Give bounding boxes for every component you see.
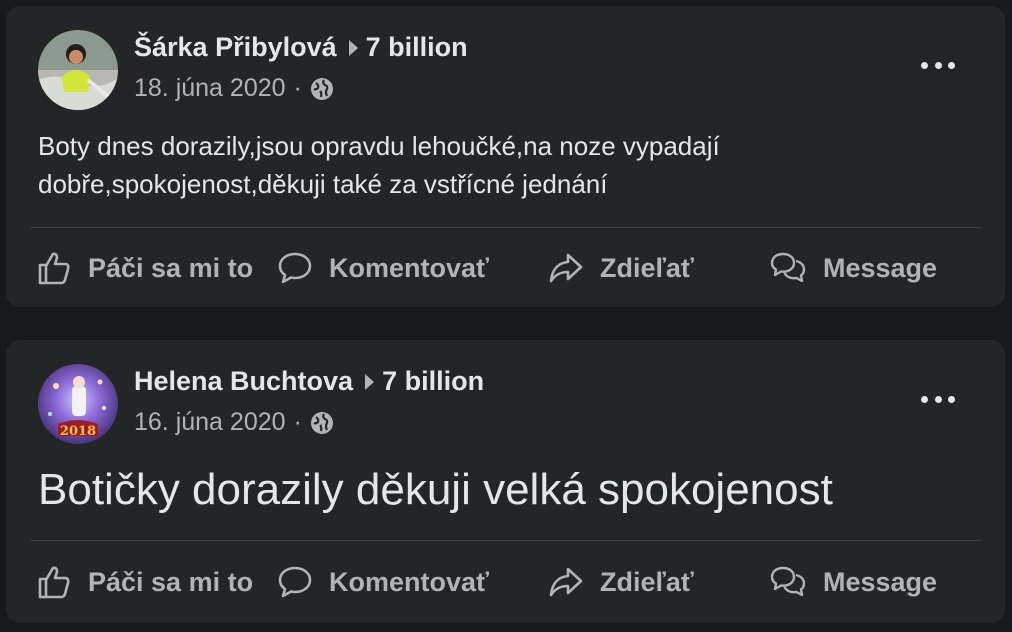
message-button[interactable]: Message xyxy=(769,555,937,609)
author-avatar[interactable] xyxy=(38,30,118,110)
share-icon xyxy=(549,567,583,597)
comment-label: Komentovať xyxy=(329,252,489,283)
meta-separator: · xyxy=(293,408,302,436)
more-options-icon[interactable] xyxy=(921,58,955,72)
meta-separator: · xyxy=(293,74,302,102)
share-button[interactable]: Zdieľať xyxy=(548,555,694,609)
post-actions: Páči sa mi to Komentovať Zdieľať Message xyxy=(30,241,981,295)
svg-text:2018: 2018 xyxy=(60,424,96,439)
triangle-right-icon xyxy=(365,373,375,390)
globe-icon xyxy=(310,411,333,434)
like-button[interactable]: Páči sa mi to xyxy=(36,241,253,295)
profile-photo-icon xyxy=(38,30,118,110)
triangle-right-icon xyxy=(348,39,358,56)
comment-button[interactable]: Komentovať xyxy=(277,555,489,609)
thumbs-up-icon xyxy=(38,252,70,285)
author-name[interactable]: Helena Buchtova xyxy=(134,366,353,397)
divider xyxy=(30,227,981,228)
post-text: Boty dnes dorazily,jsou opravdu lehoučké… xyxy=(38,131,720,199)
message-icon xyxy=(770,252,806,283)
comment-icon xyxy=(278,566,312,598)
comment-label: Komentovať xyxy=(329,566,489,597)
share-button[interactable]: Zdieľať xyxy=(548,241,694,295)
post-meta: 16. júna 2020 · xyxy=(134,408,334,437)
share-icon xyxy=(549,253,583,283)
post-text: Botičky dorazily děkuji velká spokojenos… xyxy=(38,465,833,514)
author-name[interactable]: Šárka Přibylová xyxy=(134,32,337,63)
comment-icon xyxy=(278,252,312,284)
audience-label[interactable]: 7 billion xyxy=(382,366,484,397)
message-label: Message xyxy=(823,252,938,283)
post-card: Šárka Přibylová 7 billion 18. júna 2020 … xyxy=(6,6,1005,307)
more-options-icon[interactable] xyxy=(921,392,955,406)
globe-icon xyxy=(310,77,333,100)
author-line: Helena Buchtova 7 billion xyxy=(134,366,484,397)
message-label: Message xyxy=(823,566,938,597)
profile-photo-icon: 2018 xyxy=(38,364,118,444)
message-icon xyxy=(770,566,806,597)
share-label: Zdieľať xyxy=(600,566,694,597)
share-label: Zdieľať xyxy=(600,252,694,283)
message-button[interactable]: Message xyxy=(769,241,937,295)
post-meta: 18. júna 2020 · xyxy=(134,74,334,103)
post-actions: Páči sa mi to Komentovať Zdieľať Message xyxy=(30,555,981,609)
audience-label[interactable]: 7 billion xyxy=(366,32,468,63)
comment-button[interactable]: Komentovať xyxy=(277,241,489,295)
thumbs-up-icon xyxy=(38,566,70,599)
author-avatar[interactable]: 2018 xyxy=(38,364,118,444)
like-button[interactable]: Páči sa mi to xyxy=(36,555,253,609)
post-card: 2018 Helena Buchtova 7 billion 16. júna … xyxy=(6,340,1005,623)
divider xyxy=(30,540,981,541)
author-line: Šárka Přibylová 7 billion xyxy=(134,32,468,63)
like-label: Páči sa mi to xyxy=(88,252,254,283)
post-date[interactable]: 18. júna 2020 xyxy=(134,74,286,103)
post-date[interactable]: 16. júna 2020 xyxy=(134,408,286,437)
like-label: Páči sa mi to xyxy=(88,566,254,597)
